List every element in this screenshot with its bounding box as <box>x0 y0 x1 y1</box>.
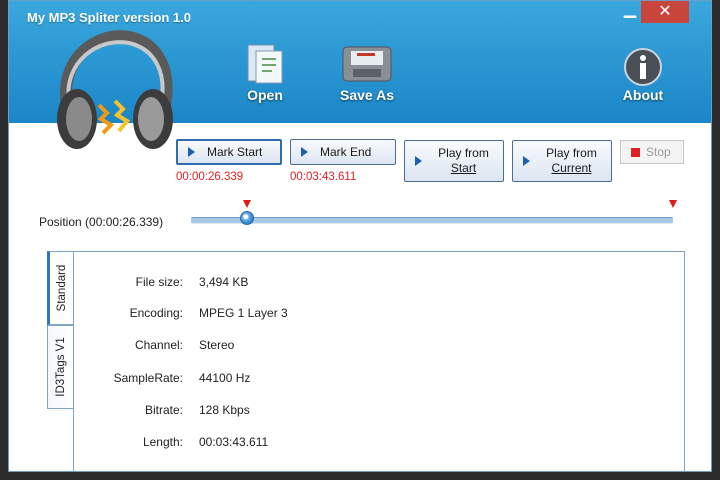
mark-start-button[interactable]: Mark Start <box>176 139 282 165</box>
info-key: File size: <box>135 275 183 289</box>
info-value: MPEG 1 Layer 3 <box>199 306 288 320</box>
info-key: SampleRate: <box>113 371 183 385</box>
play-arrow-icon <box>188 147 195 157</box>
play-from-start-line1: Play from <box>438 146 489 160</box>
info-value: 00:03:43.611 <box>199 435 269 449</box>
mark-end-button[interactable]: Mark End <box>290 139 396 165</box>
mark-end-time: 00:03:43.611 <box>290 171 357 183</box>
save-as-label: Save As <box>340 87 394 103</box>
open-folder-icon <box>247 44 283 84</box>
mark-start-time: 00:00:26.339 <box>176 171 244 183</box>
info-key: Channel: <box>134 338 183 352</box>
mark-end-label: Mark End <box>320 145 372 159</box>
play-from-current-line1: Play from <box>546 146 597 160</box>
save-drive-icon <box>342 46 392 82</box>
info-value: 44100 Hz <box>199 371 251 385</box>
window-title: My MP3 Spliter version 1.0 <box>27 10 192 25</box>
play-from-current-button[interactable]: Play from Current <box>512 140 612 182</box>
save-as-button[interactable]: Save As <box>329 41 405 103</box>
play-from-start-line2: Start <box>450 161 477 175</box>
play-from-current-text: Play from Current <box>540 146 611 176</box>
info-value: 3,494 KB <box>199 275 249 289</box>
play-from-current-line2: Current <box>551 161 592 175</box>
play-arrow-icon <box>301 147 308 157</box>
open-button[interactable]: Open <box>235 41 295 103</box>
stop-button[interactable]: Stop <box>620 140 684 164</box>
header-bar: My MP3 Spliter version 1.0 ▁ ✕ Open Save… <box>9 1 711 149</box>
app-window: My MP3 Spliter version 1.0 ▁ ✕ Open Save… <box>8 0 712 472</box>
play-arrow-icon <box>415 156 422 166</box>
start-marker-icon <box>243 200 251 208</box>
end-marker-icon <box>669 200 677 208</box>
stop-square-icon <box>631 147 640 157</box>
close-button[interactable]: ✕ <box>641 1 689 23</box>
tab-standard[interactable]: Standard <box>47 251 73 325</box>
stop-label: Stop <box>646 145 671 159</box>
open-label: Open <box>247 87 283 103</box>
play-from-start-button[interactable]: Play from Start <box>404 140 504 182</box>
tab-id3tags-v1[interactable]: ID3Tags V1 <box>47 325 73 409</box>
info-key: Encoding: <box>129 306 183 320</box>
play-from-start-text: Play from Start <box>432 146 503 176</box>
mark-start-label: Mark Start <box>207 145 263 159</box>
info-icon <box>624 48 662 86</box>
tab-standard-label: Standard <box>55 264 68 312</box>
about-label: About <box>622 87 664 103</box>
play-arrow-icon <box>523 156 530 166</box>
info-key: Bitrate: <box>144 403 183 417</box>
position-label: Position (00:00:26.339) <box>39 215 164 229</box>
info-value: Stereo <box>199 338 235 352</box>
info-key: Length: <box>142 435 183 449</box>
about-button[interactable]: About <box>615 47 671 103</box>
headphones-logo-icon <box>57 30 173 149</box>
info-value: 128 Kbps <box>199 403 250 417</box>
position-slider-track[interactable] <box>191 217 673 224</box>
tab-id3-label: ID3Tags V1 <box>54 337 67 397</box>
